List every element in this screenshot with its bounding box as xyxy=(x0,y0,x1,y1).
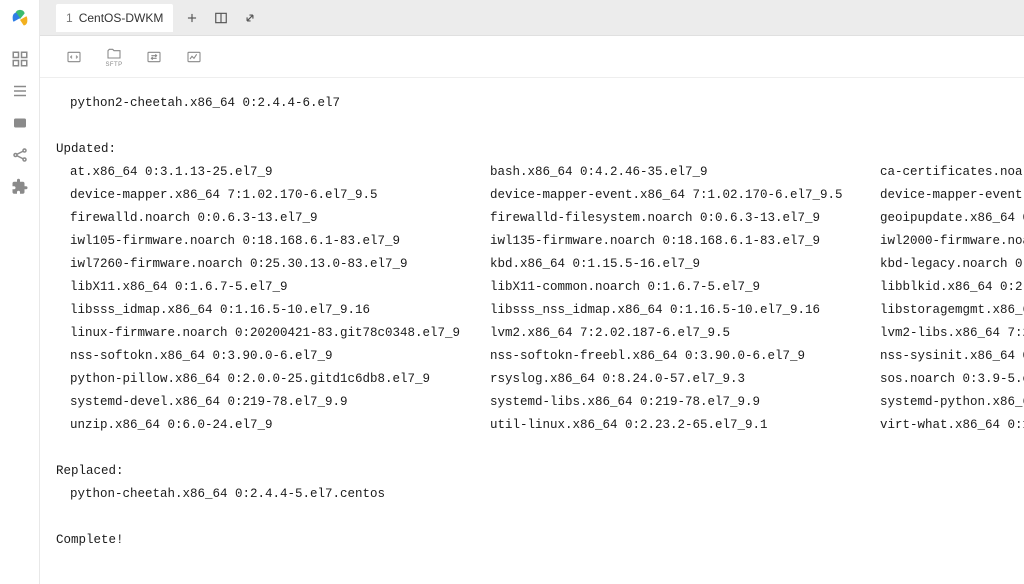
left-nav-rail xyxy=(0,0,40,584)
package-cell: libsss_idmap.x86_64 0:1.16.5-10.el7_9.16 xyxy=(48,299,468,322)
tab-title: CentOS-DWKM xyxy=(79,11,164,25)
package-row: python-pillow.x86_64 0:2.0.0-25.gitd1c6d… xyxy=(48,368,1024,391)
updated-header: Updated: xyxy=(48,138,1024,161)
package-cell: firewalld.noarch 0:0.6.3-13.el7_9 xyxy=(48,207,468,230)
package-cell: geoipupdate.x86_64 0:2.5 xyxy=(858,207,1024,230)
package-row: firewalld.noarch 0:0.6.3-13.el7_9firewal… xyxy=(48,207,1024,230)
package-cell: ca-certificates.noarch 0 xyxy=(858,161,1024,184)
package-cell: python-pillow.x86_64 0:2.0.0-25.gitd1c6d… xyxy=(48,368,468,391)
package-cell: nss-softokn.x86_64 0:3.90.0-6.el7_9 xyxy=(48,345,468,368)
package-cell: systemd-libs.x86_64 0:219-78.el7_9.9 xyxy=(468,391,858,414)
package-cell: libblkid.x86_64 0:2.23.2 xyxy=(858,276,1024,299)
package-cell: sos.noarch 0:3.9-5.el7.c xyxy=(858,368,1024,391)
split-pane-icon[interactable] xyxy=(213,11,229,25)
package-row: unzip.x86_64 0:6.0-24.el7_9util-linux.x8… xyxy=(48,414,1024,437)
package-cell: unzip.x86_64 0:6.0-24.el7_9 xyxy=(48,414,468,437)
nav-extension-icon[interactable] xyxy=(11,178,29,196)
package-cell: lvm2-libs.x86_64 7:2.02 xyxy=(858,322,1024,345)
main-area: 1 CentOS-DWKM SFTP xyxy=(40,0,1024,584)
package-row: libsss_idmap.x86_64 0:1.16.5-10.el7_9.16… xyxy=(48,299,1024,322)
package-cell: iwl135-firmware.noarch 0:18.168.6.1-83.e… xyxy=(468,230,858,253)
package-cell: virt-what.x86_64 0:1.18- xyxy=(858,414,1024,437)
package-cell: kbd-legacy.noarch 0:1.15 xyxy=(858,253,1024,276)
package-cell: libX11-common.noarch 0:1.6.7-5.el7_9 xyxy=(468,276,858,299)
tool-monitor-icon[interactable] xyxy=(184,49,204,65)
package-cell: nss-softokn-freebl.x86_64 0:3.90.0-6.el7… xyxy=(468,345,858,368)
nav-grid-icon[interactable] xyxy=(11,50,29,68)
tab-index: 1 xyxy=(66,11,73,25)
package-cell: linux-firmware.noarch 0:20200421-83.git7… xyxy=(48,322,468,345)
package-cell: at.x86_64 0:3.1.13-25.el7_9 xyxy=(48,161,468,184)
tab-centos[interactable]: 1 CentOS-DWKM xyxy=(56,4,173,32)
package-cell: device-mapper-event-libs xyxy=(858,184,1024,207)
package-cell: firewalld-filesystem.noarch 0:0.6.3-13.e… xyxy=(468,207,858,230)
package-cell: libX11.x86_64 0:1.6.7-5.el7_9 xyxy=(48,276,468,299)
package-row: iwl105-firmware.noarch 0:18.168.6.1-83.e… xyxy=(48,230,1024,253)
package-cell: rsyslog.x86_64 0:8.24.0-57.el7_9.3 xyxy=(468,368,858,391)
tab-bar: 1 CentOS-DWKM xyxy=(40,0,1024,36)
package-cell: libstoragemgmt.x86_64 0 xyxy=(858,299,1024,322)
package-cell: iwl2000-firmware.noarch xyxy=(858,230,1024,253)
package-row: systemd-devel.x86_64 0:219-78.el7_9.9sys… xyxy=(48,391,1024,414)
package-cell: iwl7260-firmware.noarch 0:25.30.13.0-83.… xyxy=(48,253,468,276)
tool-code-icon[interactable] xyxy=(64,49,84,65)
package-cell: device-mapper-event.x86_64 7:1.02.170-6.… xyxy=(468,184,858,207)
tool-bar: SFTP xyxy=(40,36,1024,78)
terminal-output[interactable]: python2-cheetah.x86_64 0:2.4.4-6.el7 Upd… xyxy=(40,78,1024,584)
nav-share-icon[interactable] xyxy=(11,146,29,164)
tool-transfer-icon[interactable] xyxy=(144,49,164,65)
expand-arrows-icon[interactable] xyxy=(243,11,257,25)
package-cell: util-linux.x86_64 0:2.23.2-65.el7_9.1 xyxy=(468,414,858,437)
package-cell: kbd.x86_64 0:1.15.5-16.el7_9 xyxy=(468,253,858,276)
app-logo-icon xyxy=(9,8,31,30)
replaced-line: python-cheetah.x86_64 0:2.4.4-5.el7.cent… xyxy=(48,483,1024,506)
package-cell: libsss_nss_idmap.x86_64 0:1.16.5-10.el7_… xyxy=(468,299,858,322)
package-cell: device-mapper.x86_64 7:1.02.170-6.el7_9.… xyxy=(48,184,468,207)
nav-box-icon[interactable] xyxy=(11,114,29,132)
package-row: at.x86_64 0:3.1.13-25.el7_9bash.x86_64 0… xyxy=(48,161,1024,184)
complete-line: Complete! xyxy=(48,529,1024,552)
new-tab-icon[interactable] xyxy=(185,11,199,25)
package-row: libX11.x86_64 0:1.6.7-5.el7_9libX11-comm… xyxy=(48,276,1024,299)
package-cell: systemd-python.x86_64 0 xyxy=(858,391,1024,414)
package-cell: bash.x86_64 0:4.2.46-35.el7_9 xyxy=(468,161,858,184)
replaced-header: Replaced: xyxy=(48,460,1024,483)
package-row: iwl7260-firmware.noarch 0:25.30.13.0-83.… xyxy=(48,253,1024,276)
tool-sftp-icon[interactable]: SFTP xyxy=(104,46,124,68)
package-row: linux-firmware.noarch 0:20200421-83.git7… xyxy=(48,322,1024,345)
package-cell: systemd-devel.x86_64 0:219-78.el7_9.9 xyxy=(48,391,468,414)
package-cell: lvm2.x86_64 7:2.02.187-6.el7_9.5 xyxy=(468,322,858,345)
package-cell: iwl105-firmware.noarch 0:18.168.6.1-83.e… xyxy=(48,230,468,253)
package-row: device-mapper.x86_64 7:1.02.170-6.el7_9.… xyxy=(48,184,1024,207)
package-row: nss-softokn.x86_64 0:3.90.0-6.el7_9nss-s… xyxy=(48,345,1024,368)
nav-list-icon[interactable] xyxy=(11,82,29,100)
package-cell: nss-sysinit.x86_64 0:3.9 xyxy=(858,345,1024,368)
installed-line: python2-cheetah.x86_64 0:2.4.4-6.el7 xyxy=(48,92,1024,115)
